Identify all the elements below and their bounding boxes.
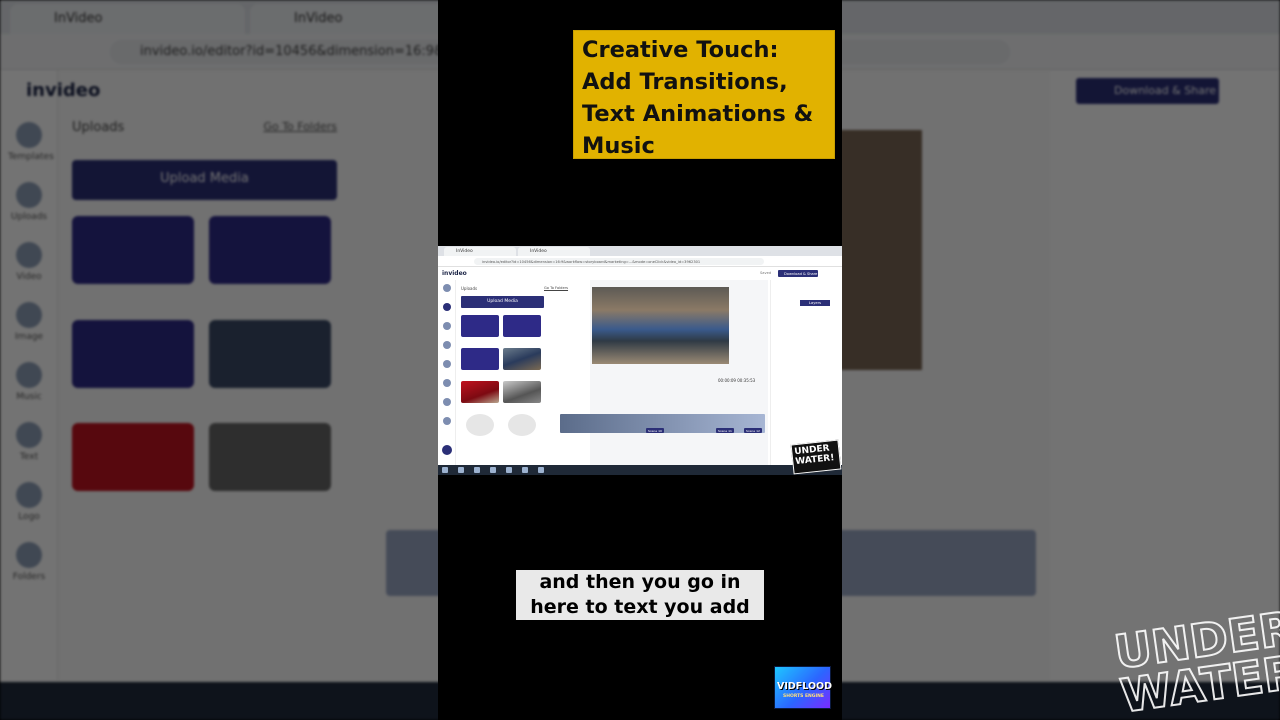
logo-icon[interactable] [443, 398, 451, 406]
browser-tab[interactable]: InVideo [10, 4, 245, 34]
media-thumbnail[interactable] [209, 423, 331, 491]
caption-line: here to text you add [530, 596, 750, 618]
vidflood-logo-title: VIDFLOOD [777, 681, 833, 692]
invideo-logo: invideo [442, 270, 467, 277]
download-share-button[interactable]: Download & Share [778, 270, 818, 277]
templates-icon[interactable] [443, 284, 451, 292]
search-icon[interactable] [458, 467, 464, 473]
media-thumbnail[interactable] [461, 348, 499, 370]
browser-tab[interactable]: InVideo [518, 247, 590, 256]
panel-title: Uploads [461, 286, 478, 291]
editor-sidebar [438, 280, 456, 466]
invideo-logo: invideo [26, 80, 101, 101]
chat-icon[interactable] [442, 445, 452, 455]
sidebar-item-logo[interactable]: Logo [8, 482, 50, 522]
media-thumbnail[interactable] [503, 315, 541, 337]
title-line: Text Animations & [582, 101, 814, 127]
scene-label[interactable]: Scene 11 [716, 428, 734, 433]
edge-icon[interactable] [522, 467, 528, 473]
sidebar-item-image[interactable]: Image [8, 302, 50, 342]
folders-icon[interactable] [443, 417, 451, 425]
media-thumbnail[interactable] [209, 320, 331, 388]
chrome-icon[interactable] [538, 467, 544, 473]
title-line: Music [582, 133, 655, 159]
image-icon[interactable] [443, 341, 451, 349]
editor-sidebar: Templates Uploads Video Image Music Text… [0, 70, 58, 680]
uploads-icon[interactable] [443, 303, 451, 311]
download-share-button[interactable]: Download & Share [1076, 78, 1219, 104]
title-card: Creative Touch: Add Transitions, Text An… [573, 30, 835, 159]
video-canvas [840, 130, 922, 370]
inner-watermark-logo: UNDER WATER! [790, 439, 842, 475]
video-icon[interactable] [443, 322, 451, 330]
sidebar-item-video[interactable]: Video [8, 242, 50, 282]
uploads-panel: Uploads Go To Folders Upload Media [458, 280, 586, 466]
upload-media-button[interactable]: Upload Media [72, 160, 337, 200]
media-thumbnail[interactable] [503, 381, 541, 403]
media-thumbnail[interactable] [461, 315, 499, 337]
video-frame: InVideo InVideo invideo.io/editor?id=104… [0, 0, 1280, 720]
upload-media-button[interactable]: Upload Media [461, 296, 544, 308]
go-to-folders-link[interactable]: Go To Folders [544, 286, 568, 290]
media-thumbnail[interactable] [466, 414, 494, 436]
title-line: Creative Touch: [582, 37, 779, 63]
file-explorer-icon[interactable] [490, 467, 496, 473]
title-line: Add Transitions, [582, 69, 788, 95]
video-preview[interactable] [592, 287, 729, 364]
subtitle-caption: and then you go in here to text you add [516, 570, 764, 620]
media-thumbnail[interactable] [72, 216, 194, 284]
scene-label[interactable]: Scene 12 [744, 428, 762, 433]
caption-line: and then you go in [539, 571, 741, 593]
editor-screenshot: InVideo InVideo invideo.io/editor?id=104… [438, 246, 842, 475]
saved-status: Saved [760, 271, 772, 275]
vidflood-logo-subtitle: SHORTS ENGINE [782, 694, 825, 699]
text-icon[interactable] [443, 379, 451, 387]
media-thumbnail[interactable] [503, 348, 541, 370]
task-view-icon[interactable] [474, 467, 480, 473]
playback-timecode: 00:00:09 00:35:53 [718, 378, 756, 383]
media-thumbnail[interactable] [508, 414, 536, 436]
vidflood-logo: VIDFLOOD SHORTS ENGINE [774, 666, 833, 709]
media-thumbnail[interactable] [72, 423, 194, 491]
media-thumbnail[interactable] [72, 320, 194, 388]
properties-panel [1050, 70, 1280, 680]
uploads-panel: Uploads Go To Folders Upload Media [62, 120, 347, 680]
sidebar-item-templates[interactable]: Templates [8, 122, 54, 162]
sidebar-item-text[interactable]: Text [8, 422, 50, 462]
media-thumbnail[interactable] [209, 216, 331, 284]
url-field[interactable]: invideo.io/editor?id=10456&dimension=16:… [474, 258, 764, 265]
scene-label[interactable]: Scene 10 [646, 428, 664, 433]
music-icon[interactable] [443, 360, 451, 368]
sidebar-item-folders[interactable]: Folders [8, 542, 50, 582]
go-to-folders-link[interactable]: Go To Folders [263, 120, 337, 133]
layers-tab[interactable]: Layers [800, 300, 830, 306]
browser-tab[interactable]: InVideo [444, 247, 516, 256]
sidebar-item-uploads[interactable]: Uploads [8, 182, 50, 222]
properties-panel [770, 280, 842, 466]
underwater-watermark: UNDER WATER! [1110, 600, 1280, 720]
media-thumbnail[interactable] [461, 381, 499, 403]
windows-taskbar [438, 465, 842, 475]
windows-start-icon[interactable] [442, 467, 448, 473]
sidebar-item-music[interactable]: Music [8, 362, 50, 402]
mail-icon[interactable] [506, 467, 512, 473]
